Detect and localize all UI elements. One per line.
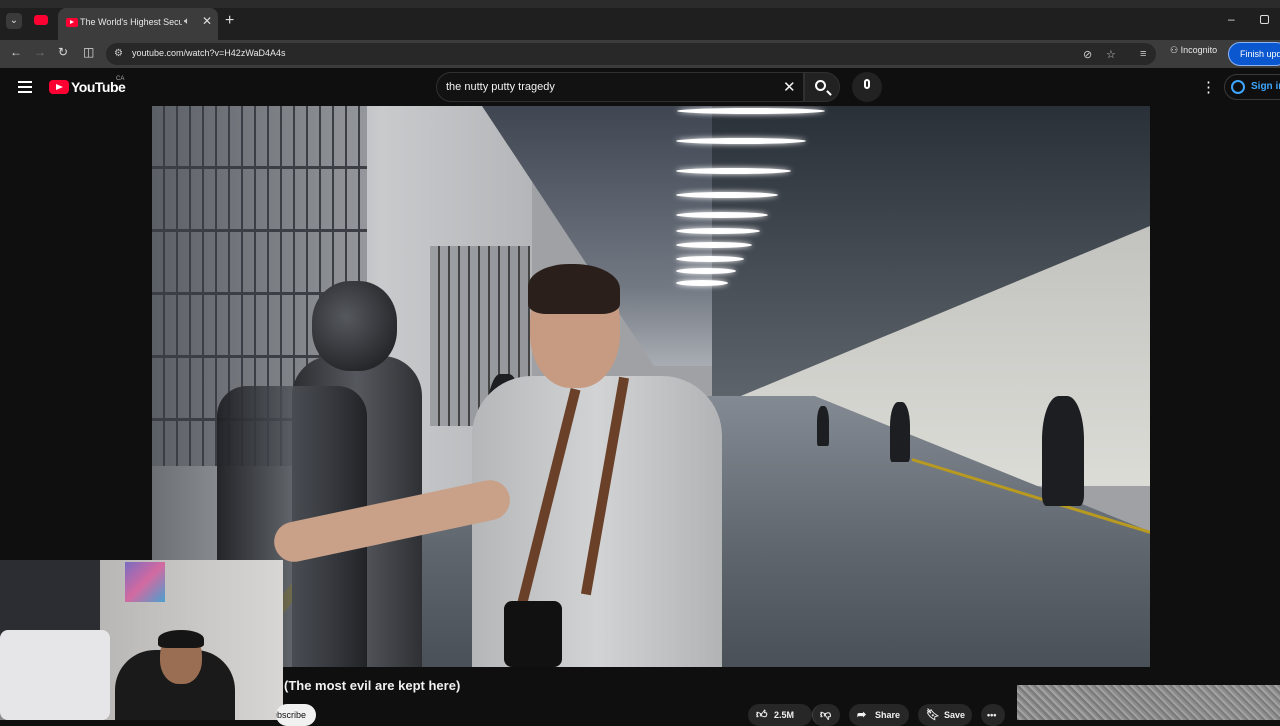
share-button[interactable]: ➦ Share	[849, 704, 909, 726]
save-bookmark-icon: 🔖︎	[926, 709, 940, 721]
guard-figure	[1042, 396, 1084, 506]
ceiling-light	[676, 138, 806, 144]
site-settings-icon[interactable]: ⚙︎	[114, 48, 126, 60]
subscribe-label: Subscribe	[276, 710, 307, 720]
active-tab[interactable]: The World's Highest Securit 🔈︎ ✕	[58, 8, 218, 40]
guard-figure	[817, 406, 829, 446]
webcam-bed	[0, 630, 110, 720]
search-input[interactable]: the nutty putty tragedy ✕	[436, 72, 804, 102]
settings-kebab-icon[interactable]: ⋮	[1201, 78, 1216, 96]
account-icon	[1231, 80, 1245, 94]
dislike-button[interactable]: 👎︎	[812, 704, 840, 726]
share-label: Share	[875, 710, 901, 720]
hamburger-menu-icon[interactable]	[18, 81, 32, 93]
presenter-hair	[528, 264, 620, 314]
youtube-favicon-icon	[66, 18, 78, 27]
country-code: CA	[116, 76, 125, 82]
pinned-youtube-tab-icon[interactable]	[34, 15, 48, 25]
side-panel-icon[interactable]: ◫	[83, 45, 94, 59]
search-button[interactable]	[804, 72, 840, 102]
obscured-overlay-region	[1017, 685, 1280, 720]
incognito-icon: ⚇	[1170, 45, 1181, 55]
browser-tab-bar: ⌄ The World's Highest Securit 🔈︎ ✕ + –	[0, 0, 1280, 40]
thumbs-down-icon: 👎︎	[820, 709, 832, 721]
forward-arrow-icon[interactable]: →	[34, 45, 46, 59]
url-text[interactable]: youtube.com/watch?v=H42zWaD4A4s	[132, 48, 286, 58]
browser-toolbar: ← → ↻ ◫ ⚙︎ youtube.com/watch?v=H42zWaD4A…	[0, 40, 1280, 68]
ceiling-light	[676, 168, 791, 174]
subscribe-button[interactable]: Subscribe	[276, 704, 316, 726]
ceiling-light	[676, 256, 744, 262]
webcam-person-hair	[158, 630, 204, 648]
webcam-poster	[125, 562, 165, 602]
incognito-label: Incognito	[1180, 45, 1218, 55]
address-bar[interactable]: ⚙︎ youtube.com/watch?v=H42zWaD4A4s ⊘ ☆ ≡	[106, 43, 1156, 65]
tab-title: The World's Highest Securit	[80, 17, 182, 27]
like-button[interactable]: 👍︎ 2.5M	[748, 704, 812, 726]
sign-in-label: Sign in	[1251, 81, 1280, 92]
tab-close-icon[interactable]: ✕	[202, 14, 212, 28]
riot-guard-helmet	[312, 281, 397, 371]
webcam-overlay	[0, 560, 283, 720]
ceiling-light	[676, 228, 760, 234]
microphone-icon	[864, 79, 870, 89]
sign-in-button[interactable]: Sign in	[1224, 74, 1280, 100]
reading-list-icon[interactable]: ≡	[1140, 48, 1146, 60]
camera	[504, 601, 562, 667]
ceiling-light	[676, 192, 778, 198]
ceiling-light	[676, 280, 728, 286]
more-dots-icon: •••	[987, 710, 997, 720]
tracking-protection-eye-icon[interactable]: ⊘	[1083, 48, 1092, 61]
ceiling-light	[677, 108, 825, 114]
share-arrow-icon: ➦	[857, 709, 867, 721]
reload-icon[interactable]: ↻	[58, 45, 68, 59]
bookmark-star-icon[interactable]: ☆	[1106, 48, 1116, 61]
video-player[interactable]	[152, 106, 1150, 667]
search-query-text[interactable]: the nutty putty tragedy	[446, 81, 555, 93]
like-count: 2.5M	[774, 710, 795, 720]
voice-search-button[interactable]	[852, 72, 882, 102]
save-label: Save	[944, 710, 966, 720]
window-minimize-icon[interactable]: –	[1228, 12, 1235, 26]
youtube-masthead: YouTube CA the nutty putty tragedy ✕ ⋮ S…	[0, 68, 1280, 106]
ceiling-light	[676, 268, 736, 274]
finish-update-button[interactable]: Finish upda	[1228, 42, 1280, 66]
back-arrow-icon[interactable]: ←	[10, 45, 22, 59]
video-title: (The most evil are kept here)	[284, 678, 461, 693]
new-tab-plus-icon[interactable]: +	[225, 12, 234, 30]
incognito-indicator[interactable]: ⚇ Incognito	[1170, 45, 1217, 56]
youtube-logo-icon[interactable]	[49, 80, 69, 94]
guard-figure	[890, 402, 910, 462]
window-restore-icon[interactable]	[1260, 15, 1269, 24]
clear-search-icon[interactable]: ✕	[783, 78, 796, 96]
ceiling-light	[676, 212, 768, 218]
audio-playing-icon[interactable]: 🔈︎	[184, 16, 190, 27]
tab-strip-edge	[0, 0, 1280, 8]
more-actions-button[interactable]: •••	[981, 704, 1005, 726]
ceiling-light	[676, 242, 752, 248]
save-button[interactable]: 🔖︎ Save	[918, 704, 972, 726]
search-icon	[815, 80, 826, 91]
tab-search-chevron-icon[interactable]: ⌄	[6, 13, 22, 29]
thumbs-up-icon: 👍︎	[756, 709, 768, 721]
